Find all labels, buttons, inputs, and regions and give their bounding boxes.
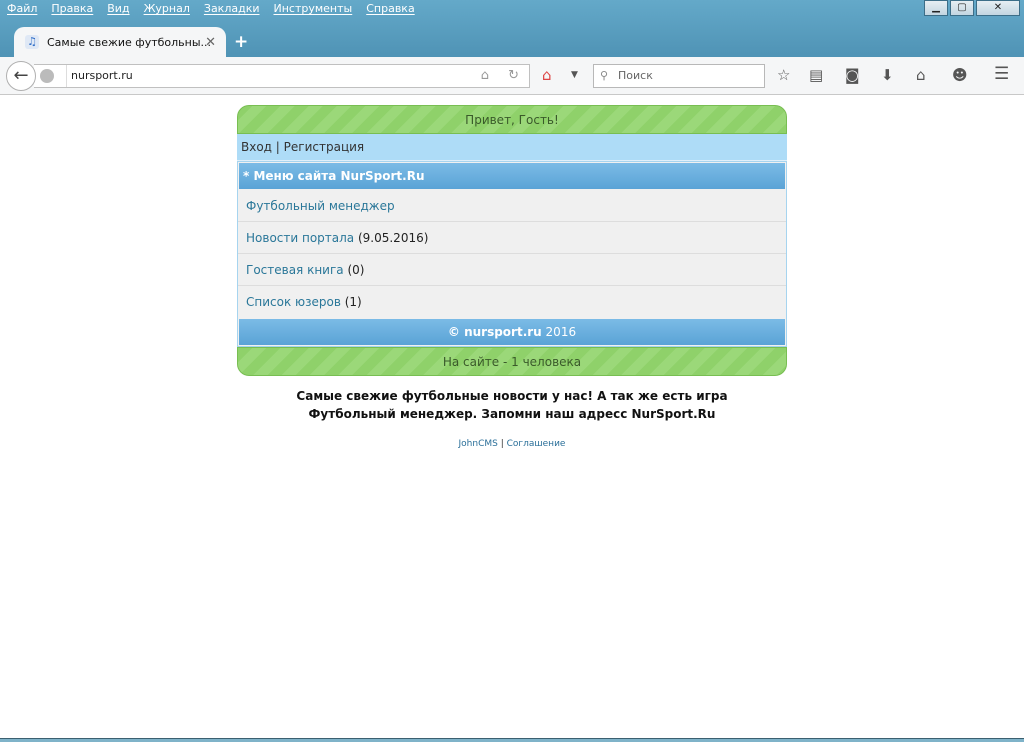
menu-item: Новости портала (9.05.2016)	[238, 222, 786, 254]
taskbar	[0, 738, 1024, 742]
back-button[interactable]: ←	[6, 61, 36, 91]
greeting-header: Привет, Гость!	[237, 105, 787, 134]
copyright-site: © nursport.ru	[447, 325, 542, 339]
music-note-favicon-icon: ♫	[25, 35, 39, 49]
item-count: (1)	[340, 295, 362, 309]
copyright-bar: © nursport.ru 2016	[239, 319, 785, 345]
home-icon[interactable]: ⌂	[916, 66, 926, 84]
tab-close-icon[interactable]: ✕	[205, 35, 216, 50]
bookmarks-list-icon[interactable]: ▤	[809, 66, 823, 84]
search-icon: ⚲	[600, 69, 609, 82]
portal-news-link[interactable]: Новости портала	[246, 231, 354, 245]
menu-tools[interactable]: Инструменты	[274, 2, 353, 20]
site-menu: * Меню сайта NurSport.Ru Футбольный мене…	[237, 161, 787, 347]
football-manager-link[interactable]: Футбольный менеджер	[246, 199, 395, 213]
register-link[interactable]: Регистрация	[284, 140, 364, 154]
hamburger-menu-icon[interactable]: ☰	[994, 64, 1009, 84]
agreement-link[interactable]: Соглашение	[507, 439, 566, 449]
reload-icon[interactable]: ↻	[508, 65, 519, 87]
menu-file[interactable]: Файл	[7, 2, 37, 20]
login-bar: Вход | Регистрация	[237, 134, 787, 161]
navigation-toolbar: nursport.ru ⌂ ↻ ← ⌂ ▼ ⚲ Поиск ☆ ▤ ◙ ⬇ ⌂ ☻…	[0, 57, 1024, 95]
address-bar[interactable]: nursport.ru ⌂ ↻	[34, 64, 530, 88]
pocket-icon[interactable]: ◙	[845, 66, 860, 84]
minimize-button[interactable]: ▁	[924, 0, 948, 16]
online-count: На сайте - 1 человека	[442, 355, 582, 369]
menu-bar: Файл Правка Вид Журнал Закладки Инструме…	[0, 2, 422, 20]
menu-item: Футбольный менеджер	[238, 190, 786, 222]
separator: |	[497, 439, 507, 449]
close-window-button[interactable]: ✕	[976, 0, 1020, 16]
greeting-text: Привет, Гость!	[465, 113, 559, 127]
browser-chrome: Файл Правка Вид Журнал Закладки Инструме…	[0, 0, 1024, 57]
menu-edit[interactable]: Правка	[51, 2, 93, 20]
menu-view[interactable]: Вид	[107, 2, 129, 20]
tab-active[interactable]: ♫ Самые свежие футбольны... ✕	[14, 27, 226, 57]
guestbook-link[interactable]: Гостевая книга	[246, 263, 344, 277]
menu-help[interactable]: Справка	[366, 2, 414, 20]
online-footer: На сайте - 1 человека	[237, 347, 787, 376]
url-text[interactable]: nursport.ru	[66, 65, 133, 87]
new-tab-button[interactable]: +	[234, 32, 248, 52]
globe-icon	[40, 69, 54, 83]
footer-links: JohnCMS | Соглашение	[260, 439, 764, 449]
window-controls: ▁ ▢ ✕	[924, 0, 1020, 16]
bookmark-star-icon[interactable]: ☆	[777, 66, 790, 84]
dropdown-arrow-icon[interactable]: ▼	[571, 70, 578, 80]
copyright-year: 2016	[541, 325, 577, 339]
item-count: (0)	[343, 263, 365, 277]
home-page-icon[interactable]: ⌂	[481, 65, 489, 87]
site-description: Самые свежие футбольные новости у нас! А…	[296, 389, 728, 421]
search-placeholder: Поиск	[618, 69, 653, 82]
site-container: Привет, Гость! Вход | Регистрация * Меню…	[237, 105, 787, 376]
download-icon[interactable]: ⬇	[881, 66, 894, 84]
chat-smiley-icon[interactable]: ☻	[952, 66, 968, 84]
separator: |	[271, 140, 284, 154]
menu-bookmarks[interactable]: Закладки	[204, 2, 260, 20]
search-input[interactable]: ⚲ Поиск	[593, 64, 765, 88]
users-list-link[interactable]: Список юзеров	[246, 295, 341, 309]
login-link[interactable]: Вход	[241, 140, 272, 154]
maximize-button[interactable]: ▢	[950, 0, 974, 16]
colorful-home-icon[interactable]: ⌂	[542, 66, 552, 84]
menu-title: * Меню сайта NurSport.Ru	[239, 163, 785, 189]
item-count: (9.05.2016)	[354, 231, 429, 245]
menu-item: Список юзеров (1)	[238, 286, 786, 318]
menu-item: Гостевая книга (0)	[238, 254, 786, 286]
tab-title: Самые свежие футбольны...	[47, 35, 212, 49]
johncms-link[interactable]: JohnCMS	[459, 439, 498, 449]
menu-history[interactable]: Журнал	[144, 2, 190, 20]
back-arrow-icon: ←	[13, 65, 29, 86]
